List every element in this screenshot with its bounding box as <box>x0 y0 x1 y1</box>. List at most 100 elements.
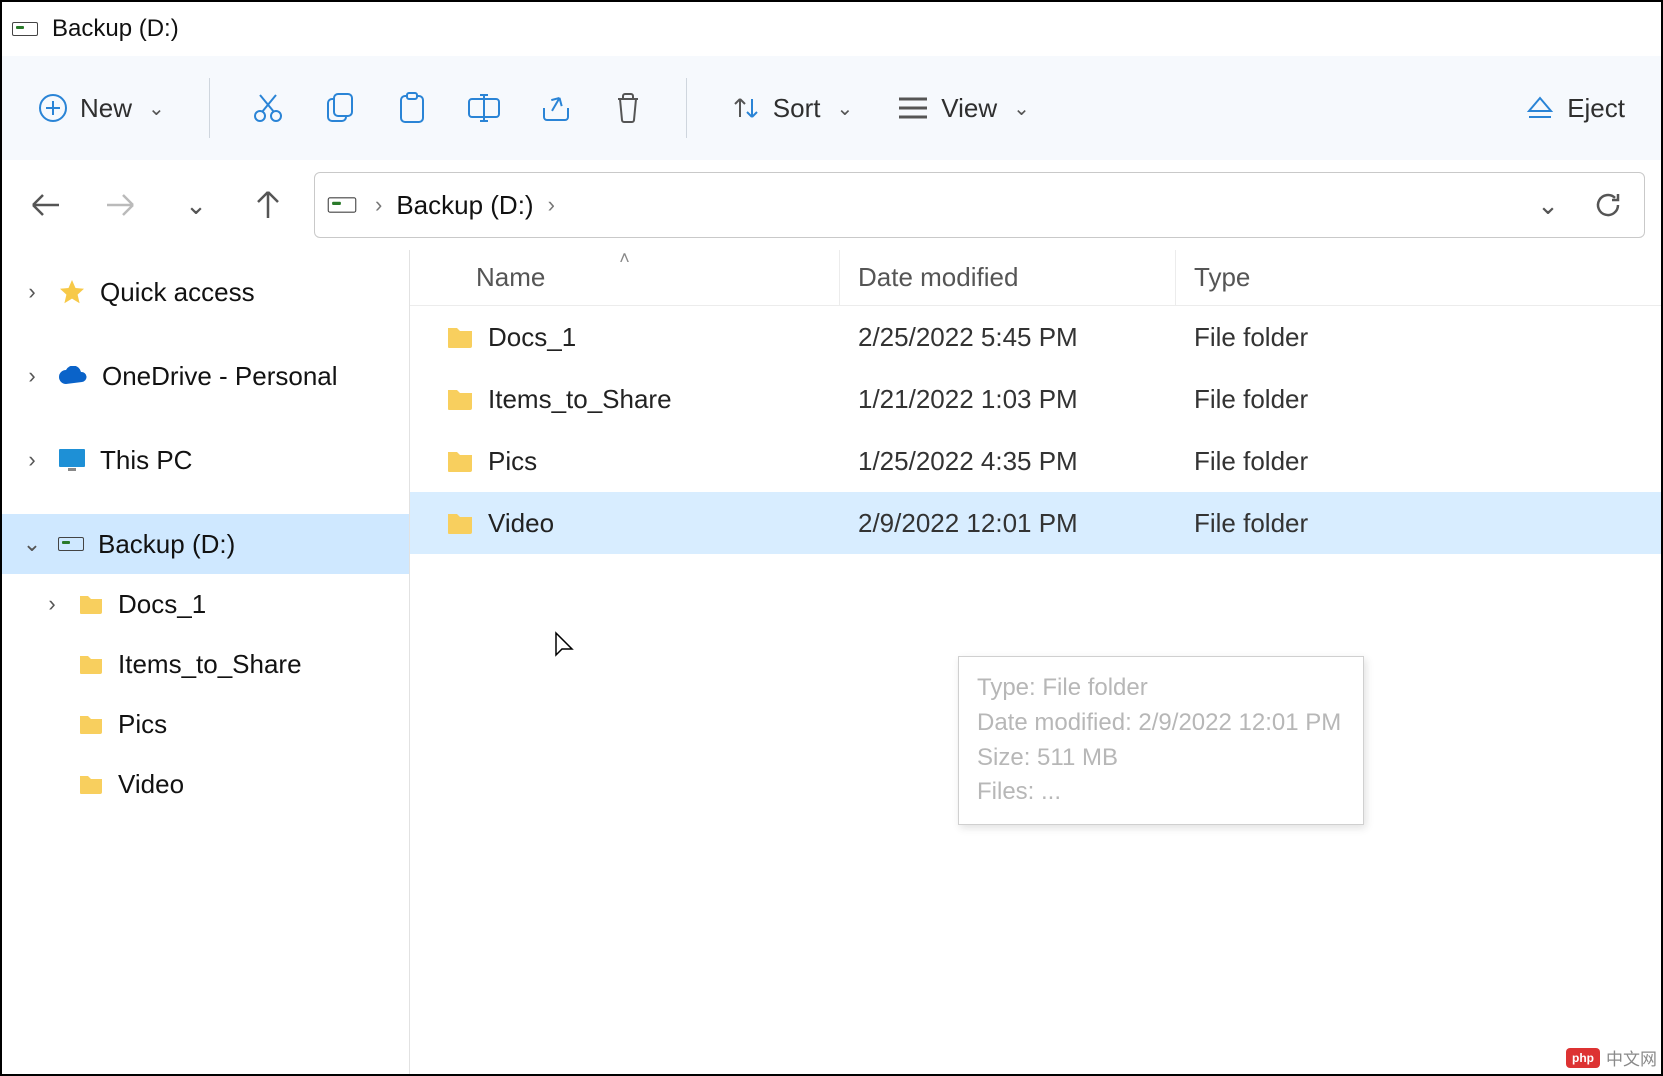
delete-button[interactable] <box>596 76 660 140</box>
folder-icon <box>78 773 104 795</box>
file-date: 1/21/2022 1:03 PM <box>858 384 1078 415</box>
table-row[interactable]: Pics 1/25/2022 4:35 PM File folder <box>410 430 1661 492</box>
table-row[interactable]: Docs_1 2/25/2022 5:45 PM File folder <box>410 306 1661 368</box>
view-button[interactable]: View ⌄ <box>879 83 1048 134</box>
star-icon <box>58 278 86 306</box>
breadcrumb-current[interactable]: Backup (D:) <box>396 190 533 221</box>
sidebar-item-label: Pics <box>118 709 167 740</box>
sort-button[interactable]: Sort ⌄ <box>713 83 871 134</box>
refresh-icon <box>1593 190 1623 220</box>
file-name: Video <box>488 508 554 539</box>
address-history-dropdown[interactable]: ⌄ <box>1528 185 1568 225</box>
folder-icon <box>78 713 104 735</box>
sidebar-item-pics[interactable]: Pics <box>2 694 409 754</box>
chevron-right-icon[interactable]: › <box>20 447 44 473</box>
column-header-date[interactable]: Date modified <box>840 250 1176 305</box>
file-name: Docs_1 <box>488 322 576 353</box>
column-header-type[interactable]: Type <box>1176 250 1661 305</box>
table-row[interactable]: Video 2/9/2022 12:01 PM File folder <box>410 492 1661 554</box>
sidebar-item-quick-access[interactable]: › Quick access <box>2 262 409 322</box>
paste-button[interactable] <box>380 76 444 140</box>
up-button[interactable] <box>240 177 296 233</box>
rename-button[interactable] <box>452 76 516 140</box>
folder-icon <box>446 449 474 473</box>
chevron-right-icon[interactable]: › <box>40 591 64 617</box>
file-type: File folder <box>1194 322 1308 353</box>
breadcrumb-separator: › <box>548 192 555 218</box>
column-label: Name <box>476 262 545 293</box>
sidebar-item-this-pc[interactable]: › This PC <box>2 430 409 490</box>
watermark: php 中文网 <box>1566 1045 1657 1070</box>
arrow-left-icon <box>29 191 63 219</box>
sidebar-item-label: Video <box>118 769 184 800</box>
titlebar: Backup (D:) <box>2 2 1661 56</box>
chevron-down-icon: ⌄ <box>836 96 853 121</box>
column-label: Date modified <box>858 262 1018 293</box>
tooltip: Type: File folder Date modified: 2/9/202… <box>958 656 1364 825</box>
refresh-button[interactable] <box>1588 185 1628 225</box>
sidebar-item-items-to-share[interactable]: Items_to_Share <box>2 634 409 694</box>
column-header-name[interactable]: ˄ Name <box>410 250 840 305</box>
sidebar: › Quick access › OneDrive - Personal › T… <box>2 250 410 1074</box>
separator <box>686 78 687 138</box>
monitor-icon <box>58 448 86 472</box>
folder-icon <box>78 653 104 675</box>
sort-label: Sort <box>773 93 821 124</box>
folder-icon <box>446 511 474 535</box>
copy-icon <box>324 91 356 125</box>
chevron-right-icon[interactable]: › <box>20 279 44 305</box>
folder-icon <box>78 593 104 615</box>
sidebar-item-label: Backup (D:) <box>98 529 235 560</box>
sidebar-item-video[interactable]: Video <box>2 754 409 814</box>
column-headers: ˄ Name Date modified Type <box>410 250 1661 306</box>
content-pane: ˄ Name Date modified Type Docs_1 2/25/20… <box>410 250 1661 1074</box>
tooltip-line: Type: File folder <box>977 671 1345 706</box>
chevron-down-icon: ⌄ <box>148 96 165 121</box>
watermark-text: 中文网 <box>1606 1045 1657 1070</box>
share-button[interactable] <box>524 76 588 140</box>
file-date: 2/25/2022 5:45 PM <box>858 322 1078 353</box>
chevron-down-icon[interactable]: ⌄ <box>20 531 44 557</box>
back-button[interactable] <box>18 177 74 233</box>
rename-icon <box>466 93 502 123</box>
plus-circle-icon <box>38 93 68 123</box>
chevron-down-icon: ⌄ <box>1013 96 1030 121</box>
trash-icon <box>613 91 643 125</box>
forward-button[interactable] <box>92 177 148 233</box>
file-type: File folder <box>1194 446 1308 477</box>
file-type: File folder <box>1194 384 1308 415</box>
sort-icon <box>731 93 761 123</box>
sidebar-item-label: OneDrive - Personal <box>102 361 338 392</box>
file-type: File folder <box>1194 508 1308 539</box>
drive-icon <box>328 197 357 212</box>
new-button[interactable]: New ⌄ <box>20 83 183 134</box>
tooltip-line: Files: ... <box>977 775 1345 810</box>
cut-button[interactable] <box>236 76 300 140</box>
column-label: Type <box>1194 262 1250 293</box>
sidebar-item-label: Items_to_Share <box>118 649 302 680</box>
clipboard-icon <box>397 91 427 125</box>
body: › Quick access › OneDrive - Personal › T… <box>2 250 1661 1074</box>
file-date: 2/9/2022 12:01 PM <box>858 508 1078 539</box>
drive-icon <box>12 22 38 36</box>
sidebar-item-label: Quick access <box>100 277 255 308</box>
sidebar-item-onedrive[interactable]: › OneDrive - Personal <box>2 346 409 406</box>
separator <box>209 78 210 138</box>
explorer-window: Backup (D:) New ⌄ Sort <box>0 0 1663 1076</box>
recent-dropdown[interactable]: ⌄ <box>166 177 222 233</box>
arrow-up-icon <box>254 188 282 222</box>
drive-icon <box>58 537 84 551</box>
table-row[interactable]: Items_to_Share 1/21/2022 1:03 PM File fo… <box>410 368 1661 430</box>
sort-ascending-icon: ˄ <box>619 248 630 269</box>
address-bar[interactable]: › Backup (D:) › ⌄ <box>314 172 1645 238</box>
sidebar-item-backup-drive[interactable]: ⌄ Backup (D:) <box>2 514 409 574</box>
chevron-right-icon[interactable]: › <box>20 363 44 389</box>
sidebar-item-docs1[interactable]: › Docs_1 <box>2 574 409 634</box>
eject-label: Eject <box>1567 93 1625 124</box>
file-list: Docs_1 2/25/2022 5:45 PM File folder Ite… <box>410 306 1661 1074</box>
cloud-icon <box>58 366 88 386</box>
share-icon <box>539 92 573 124</box>
breadcrumb-separator: › <box>375 192 382 218</box>
copy-button[interactable] <box>308 76 372 140</box>
eject-button[interactable]: Eject <box>1507 83 1643 134</box>
